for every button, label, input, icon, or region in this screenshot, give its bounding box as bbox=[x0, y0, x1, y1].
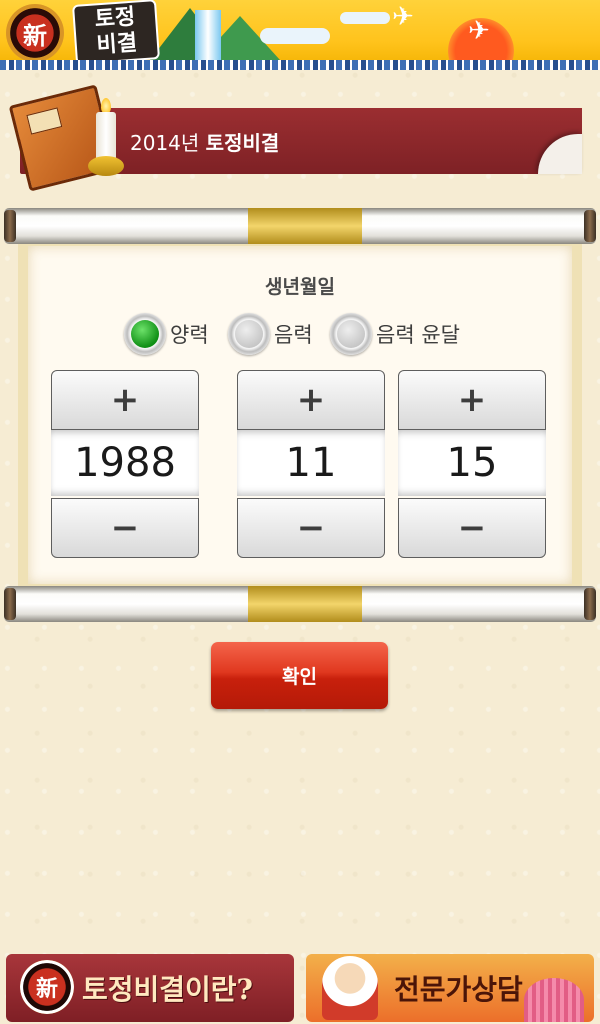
crane-icon: ✈ bbox=[392, 2, 414, 32]
cloud-decoration bbox=[340, 12, 390, 24]
expert-consult-banner-button[interactable]: 전문가상담 bbox=[306, 954, 594, 1022]
month-value[interactable]: 11 bbox=[237, 430, 385, 496]
waterfall-decoration bbox=[195, 10, 221, 60]
year-picker: + 1988 − bbox=[51, 370, 199, 558]
app-header: ✈ ✈ 新 토정 비결 bbox=[0, 0, 600, 70]
expert-consult-text: 전문가상담 bbox=[394, 973, 523, 1006]
radio-solar-indicator[interactable] bbox=[124, 313, 166, 355]
year-value[interactable]: 1988 bbox=[51, 430, 199, 496]
header-border bbox=[0, 60, 600, 70]
day-increment-button[interactable]: + bbox=[398, 370, 546, 430]
scroll-rod-top bbox=[4, 208, 596, 244]
month-picker: + 11 − bbox=[237, 370, 385, 558]
day-decrement-button[interactable]: − bbox=[398, 498, 546, 558]
radio-lunar-label[interactable]: 음력 bbox=[274, 319, 313, 349]
candle-holder-icon bbox=[88, 156, 124, 176]
page-title: 2014년 토정비결 bbox=[130, 127, 279, 156]
radio-lunar-indicator[interactable] bbox=[228, 313, 270, 355]
radio-solar[interactable]: 양력 bbox=[124, 312, 209, 356]
about-banner-text: 토정비결이란? bbox=[82, 973, 253, 1006]
candle-icon bbox=[96, 112, 116, 160]
radio-solar-label[interactable]: 양력 bbox=[170, 319, 209, 349]
logo-badge: 新 bbox=[6, 4, 64, 62]
page-curl-decoration bbox=[538, 134, 582, 174]
year-decrement-button[interactable]: − bbox=[51, 498, 199, 558]
title-main: 토정비결 bbox=[205, 131, 280, 155]
confirm-button[interactable]: 확인 bbox=[211, 642, 388, 709]
birthdate-label: 생년월일 bbox=[265, 276, 335, 298]
new-badge-icon: 新 bbox=[20, 960, 74, 1014]
about-banner-button[interactable]: 新 토정비결이란? bbox=[6, 954, 294, 1022]
month-increment-button[interactable]: + bbox=[237, 370, 385, 430]
logo-title: 토정 비결 bbox=[72, 0, 160, 65]
title-year: 2014년 bbox=[130, 131, 200, 155]
day-value[interactable]: 15 bbox=[398, 430, 546, 496]
sage-icon bbox=[322, 956, 378, 1020]
radio-lunar-leap[interactable]: 음력 윤달 bbox=[330, 312, 460, 356]
month-decrement-button[interactable]: − bbox=[237, 498, 385, 558]
hill-decoration bbox=[524, 978, 584, 1022]
cloud-decoration bbox=[260, 28, 330, 44]
crane-icon: ✈ bbox=[468, 16, 490, 46]
logo-char: 新 bbox=[23, 20, 47, 50]
day-picker: + 15 − bbox=[398, 370, 546, 558]
year-increment-button[interactable]: + bbox=[51, 370, 199, 430]
scroll-rod-bottom bbox=[4, 586, 596, 622]
radio-lunar-leap-label[interactable]: 음력 윤달 bbox=[376, 319, 460, 349]
radio-lunar[interactable]: 음력 bbox=[228, 312, 313, 356]
radio-lunar-leap-indicator[interactable] bbox=[330, 313, 372, 355]
logo-title-line2: 비결 bbox=[95, 30, 138, 59]
